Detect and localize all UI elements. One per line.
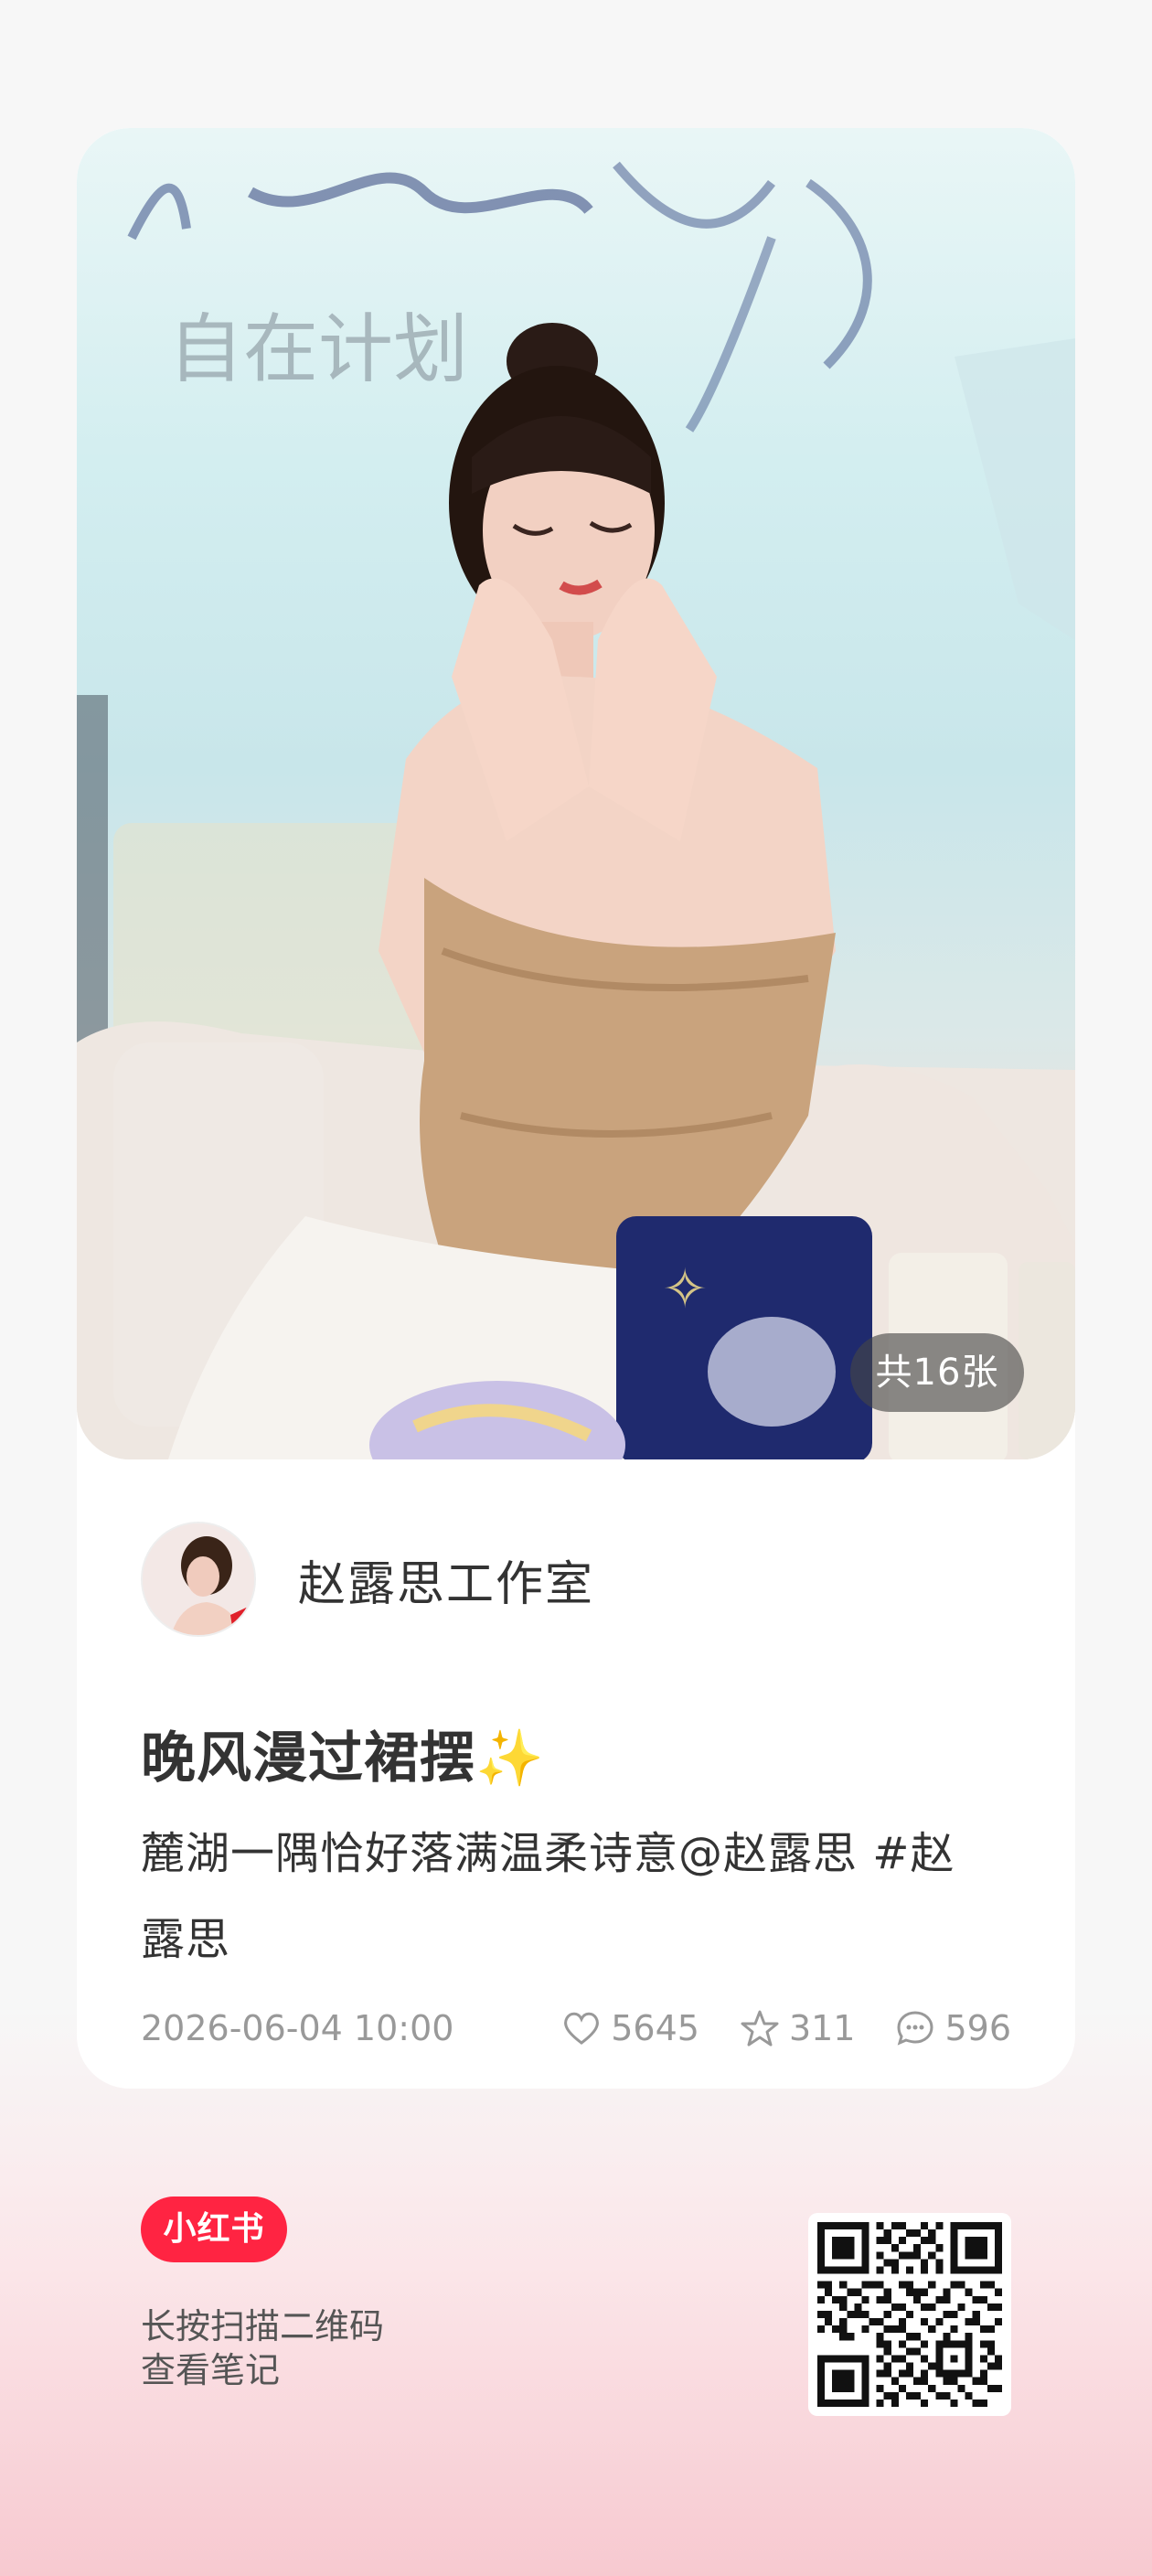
like-button[interactable]: 5645: [561, 2008, 699, 2048]
person-avatar-icon[interactable]: [141, 1522, 256, 1637]
author-name[interactable]: 赵露思工作室: [298, 1545, 594, 1614]
scan-hint-line: 查看笔记: [141, 2350, 281, 2390]
like-count: 5645: [611, 2008, 699, 2048]
collect-button[interactable]: 311: [740, 2008, 856, 2048]
qr-code[interactable]: [808, 2213, 1011, 2416]
comment-icon: [897, 2011, 933, 2046]
collect-count: 311: [788, 2008, 856, 2048]
author-row[interactable]: 赵露思工作室: [141, 1522, 594, 1637]
star-icon: [741, 2010, 779, 2047]
photo-background-text: 自在计划: [168, 306, 468, 393]
note-meta-row: 2026-06-04 10:00 5645 311 596: [141, 2001, 1011, 2056]
svg-text:✧: ✧: [662, 1257, 708, 1321]
publish-date: 2026-06-04 10:00: [141, 2008, 454, 2048]
description-line: 麓湖一隅恰好落满温柔诗意@赵露思 #赵: [141, 1828, 955, 1879]
description-line: 露思: [141, 1914, 231, 1965]
note-title: 晚风漫过裙摆✨: [141, 1726, 545, 1790]
note-description: 麓湖一隅恰好落满温柔诗意@赵露思 #赵 露思: [141, 1811, 1019, 1983]
comment-button[interactable]: 596: [895, 2008, 1011, 2048]
qr-code-icon: [817, 2222, 1002, 2407]
photo-illustration: 自在计划 ✧: [77, 161, 1075, 1459]
comment-count: 596: [944, 2008, 1011, 2048]
xiaohongshu-logo: 小红书: [141, 2197, 287, 2262]
image-count-badge: 共16张: [850, 1333, 1024, 1412]
scan-hint: 长按扫描二维码 查看笔记: [141, 2304, 384, 2392]
heart-icon: [564, 2012, 600, 2045]
note-photo[interactable]: 自在计划 ✧ 共16张: [77, 128, 1075, 1459]
scan-hint-line: 长按扫描二维码: [141, 2306, 385, 2346]
note-card[interactable]: 自在计划 ✧ 共16张 赵露思工作室 晚风漫过裙摆✨ 麓湖一隅恰好落满温柔诗意@…: [77, 128, 1075, 2089]
